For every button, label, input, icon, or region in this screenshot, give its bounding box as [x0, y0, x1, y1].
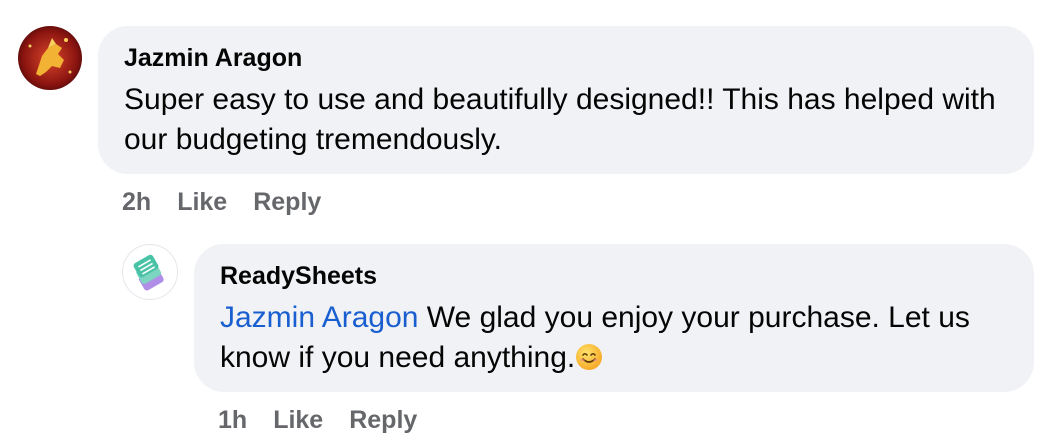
reply-timestamp[interactable]: 1h — [218, 404, 247, 436]
reply-mention-link[interactable]: Jazmin Aragon — [220, 301, 418, 334]
reply-author[interactable]: ReadySheets — [220, 260, 1008, 292]
reply-text: Jazmin Aragon We glad you enjoy your pur… — [220, 298, 1008, 378]
reply-actions: 1h Like Reply — [218, 404, 417, 436]
reply-like-button[interactable]: Like — [273, 404, 323, 436]
comment-reply-button[interactable]: Reply — [253, 186, 321, 218]
commenter-avatar[interactable] — [18, 26, 82, 90]
comment-like-button[interactable]: Like — [177, 186, 227, 218]
reply-reply-button[interactable]: Reply — [349, 404, 417, 436]
comment-actions: 2h Like Reply — [122, 186, 321, 218]
comment-thread: Jazmin Aragon Super easy to use and beau… — [0, 0, 1050, 444]
comment-bubble: Jazmin Aragon Super easy to use and beau… — [98, 26, 1034, 174]
replier-avatar[interactable] — [122, 244, 178, 300]
smiling-face-emoji-icon — [575, 342, 603, 370]
reply-bubble: ReadySheets Jazmin Aragon We glad you en… — [194, 244, 1034, 392]
comment-author[interactable]: Jazmin Aragon — [124, 42, 1008, 74]
comment-timestamp[interactable]: 2h — [122, 186, 151, 218]
comment-text: Super easy to use and beautifully design… — [124, 83, 996, 156]
